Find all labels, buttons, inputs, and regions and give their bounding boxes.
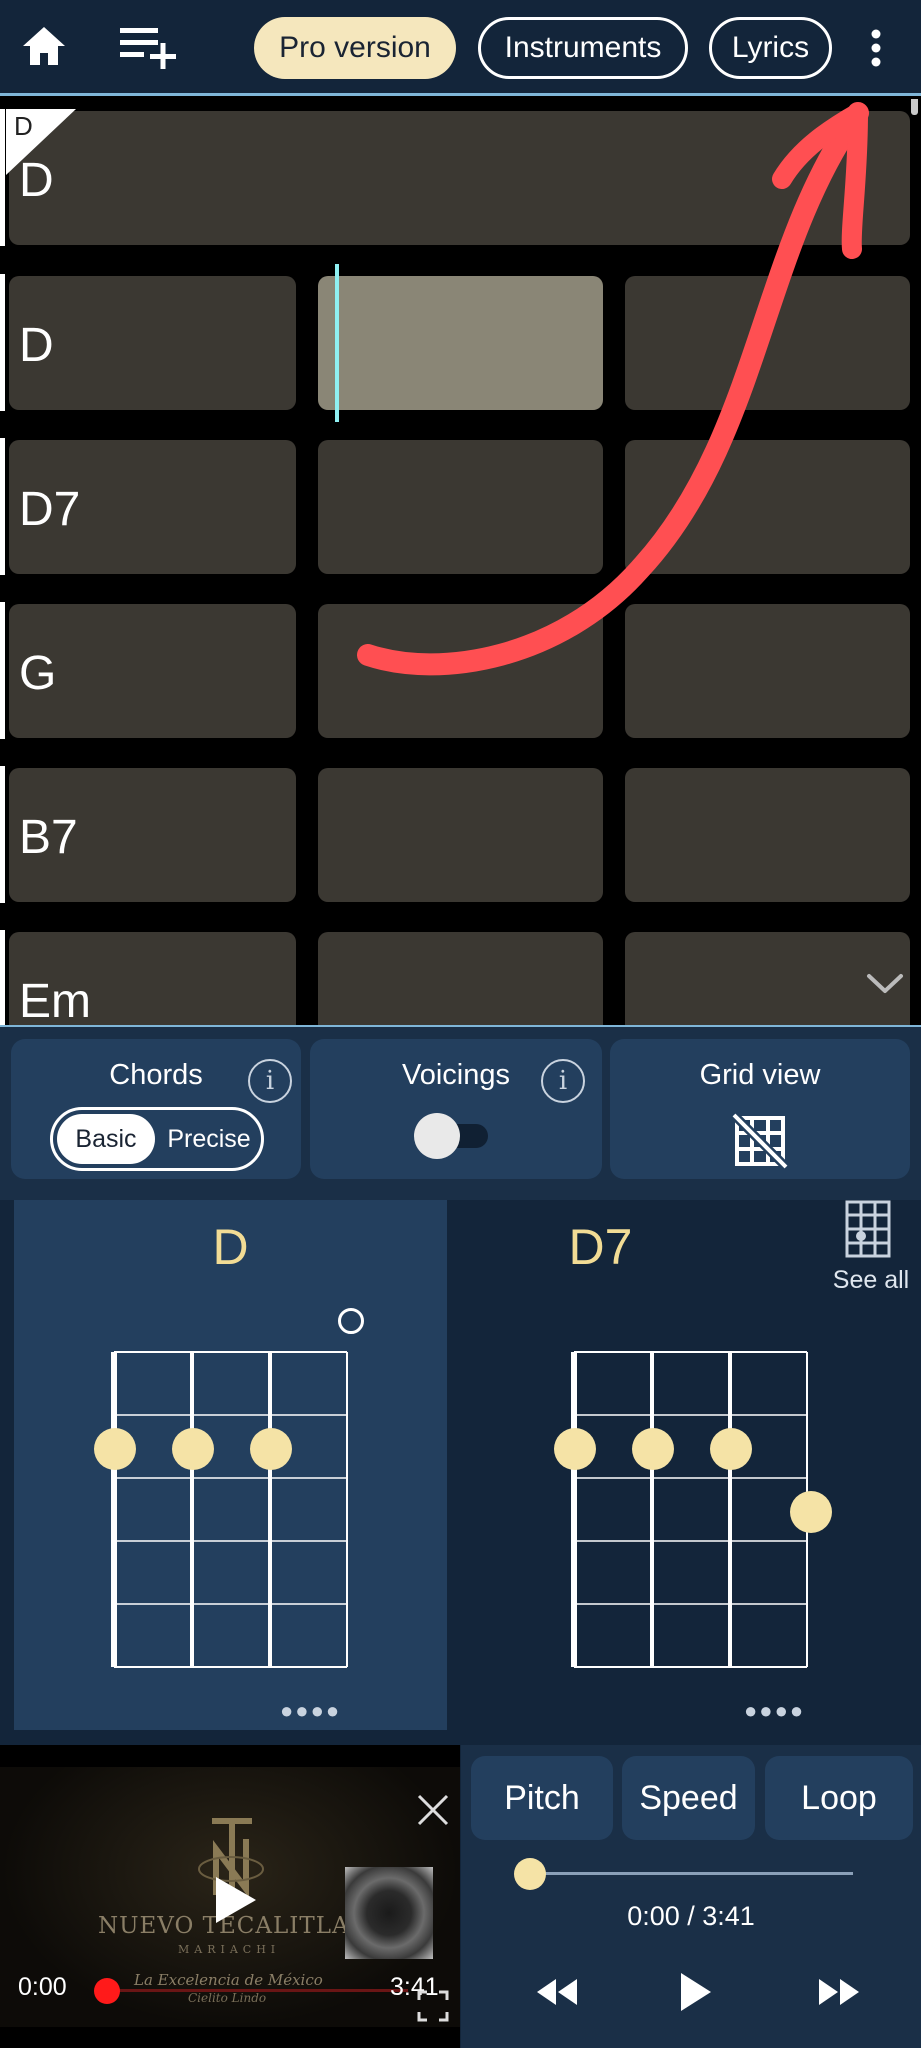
voicings-toggle[interactable]: [414, 1113, 494, 1159]
see-all-label: See all: [832, 1266, 910, 1294]
fretboard: [111, 1351, 348, 1668]
album-thumbnail: [345, 1867, 433, 1959]
info-icon[interactable]: i: [248, 1059, 292, 1103]
chord-diagram-name: D: [212, 1219, 249, 1275]
chords-precise-option[interactable]: Precise: [157, 1114, 261, 1164]
speed-button[interactable]: Speed: [622, 1756, 755, 1840]
video-progress-track[interactable]: [108, 1989, 408, 1992]
more-voicings-indicator[interactable]: ●●●●: [744, 1698, 805, 1724]
video-progress-thumb[interactable]: [94, 1978, 120, 2004]
pitch-button[interactable]: Pitch: [471, 1756, 613, 1840]
more-voicings-indicator[interactable]: ●●●●: [280, 1698, 341, 1724]
rewind-icon[interactable]: [535, 1977, 579, 2007]
grid-view-off-icon: [730, 1111, 790, 1171]
pro-version-button[interactable]: Pro version: [254, 17, 456, 79]
chord-diagram-name: D7: [568, 1219, 633, 1275]
playlist-add-icon[interactable]: [118, 24, 180, 70]
info-icon[interactable]: i: [541, 1059, 585, 1103]
fretboard: [571, 1351, 808, 1668]
video-song-title: Cielito Lindo: [188, 1991, 267, 2005]
chord-diagrams: D ●●●● D7 ●●●● See all: [0, 1200, 921, 1745]
playback-time: 0:00 / 3:41: [627, 1901, 755, 1931]
chords-mode-toggle[interactable]: Basic Precise: [50, 1107, 264, 1171]
fullscreen-icon[interactable]: [417, 1990, 449, 2022]
control-strip: Chords i Basic Precise Voicings i Grid v…: [0, 1025, 921, 1200]
chord-grid[interactable]: D D D D7 G B7 Em: [0, 99, 921, 1025]
finger-dot: [632, 1428, 674, 1470]
chords-card: Chords i Basic Precise: [11, 1039, 301, 1179]
bottom-panel: NUEVO TECALITLAN MARIACHI La Excelencia …: [0, 1745, 921, 2048]
player-panel: Pitch Speed Loop 0:00 / 3:41: [461, 1745, 921, 2048]
finger-dot: [94, 1428, 136, 1470]
annotation-arrow: [357, 102, 869, 676]
top-bar: Pro version Instruments Lyrics: [0, 0, 921, 96]
video-sub-text: MARIACHI: [178, 1943, 281, 1956]
loop-button[interactable]: Loop: [765, 1756, 913, 1840]
chord-diagram-selected[interactable]: D ●●●●: [14, 1200, 447, 1730]
video-time-current: 0:00: [18, 1973, 67, 2001]
finger-dot: [554, 1428, 596, 1470]
chord-chart-icon: [845, 1200, 891, 1258]
chords-basic-option[interactable]: Basic: [57, 1114, 155, 1164]
open-string-marker: [338, 1308, 364, 1334]
video-thumbnail[interactable]: NUEVO TECALITLAN MARIACHI La Excelencia …: [0, 1745, 460, 2048]
voicings-card: Voicings i: [310, 1039, 602, 1179]
playback-slider-track[interactable]: [529, 1872, 853, 1875]
grid-view-title: Grid view: [699, 1059, 821, 1091]
video-tagline: La Excelencia de México: [134, 1971, 323, 1989]
play-icon[interactable]: [212, 1875, 258, 1925]
instruments-button[interactable]: Instruments: [478, 17, 688, 79]
lyrics-button[interactable]: Lyrics: [709, 17, 832, 79]
finger-dot: [250, 1428, 292, 1470]
more-vertical-icon[interactable]: [862, 28, 890, 68]
play-icon[interactable]: [679, 1971, 713, 2013]
close-icon[interactable]: [416, 1793, 450, 1827]
finger-dot: [790, 1491, 832, 1533]
playback-slider-thumb[interactable]: [514, 1858, 546, 1890]
see-all-button[interactable]: See all: [826, 1200, 916, 1300]
home-icon[interactable]: [20, 24, 68, 68]
grid-view-card[interactable]: Grid view: [610, 1039, 910, 1179]
finger-dot: [172, 1428, 214, 1470]
finger-dot: [710, 1428, 752, 1470]
fast-forward-icon[interactable]: [817, 1977, 861, 2007]
